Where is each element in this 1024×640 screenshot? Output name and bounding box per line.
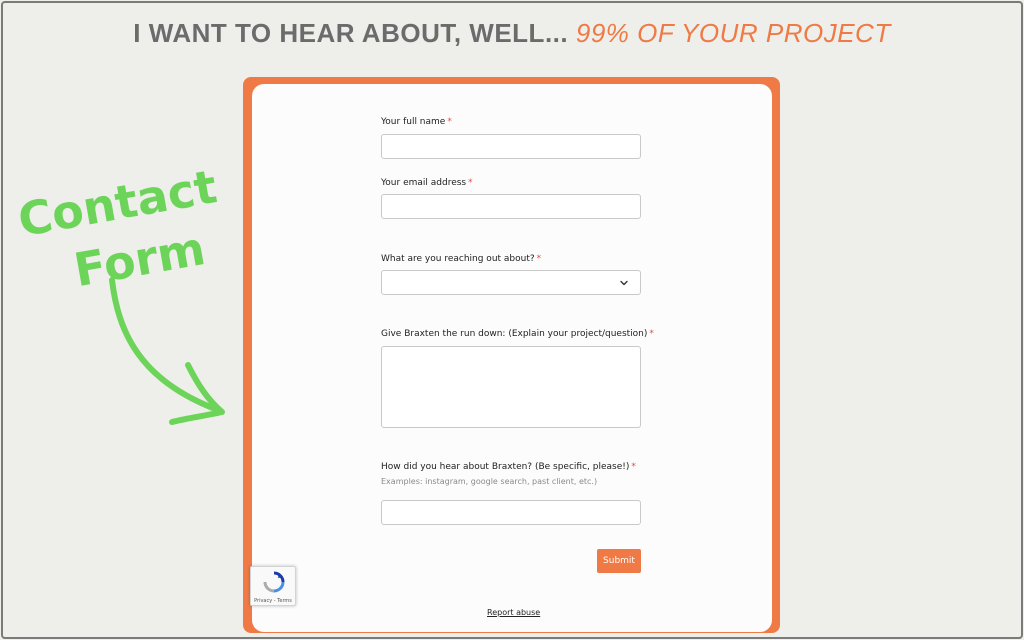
reason-label-text: What are you reaching out about? [381, 254, 535, 264]
reason-label: What are you reaching out about? * [381, 254, 541, 264]
rundown-label-text: Give Braxten the run down: (Explain your… [381, 329, 648, 339]
full-name-label: Your full name * [381, 117, 452, 127]
recaptcha-icon [263, 571, 285, 593]
email-label-text: Your email address [381, 178, 467, 188]
rundown-textarea[interactable] [381, 346, 641, 428]
required-marker: * [649, 329, 654, 339]
required-marker: * [536, 254, 542, 264]
submit-button[interactable]: Submit [597, 549, 641, 573]
recaptcha-badge[interactable]: Privacy - Terms [250, 566, 296, 606]
arrow-icon [109, 277, 225, 425]
page-headline: I WANT TO HEAR ABOUT, WELL... 99% OF YOU… [0, 18, 1024, 49]
headline-accent: 99% OF YOUR PROJECT [575, 18, 891, 48]
headline-lead: I WANT TO HEAR ABOUT, WELL... [133, 18, 569, 48]
report-abuse-link[interactable]: Report abuse [487, 608, 540, 617]
chevron-down-icon [620, 280, 628, 286]
rundown-label: Give Braxten the run down: (Explain your… [381, 329, 654, 339]
referral-label: How did you hear about Braxten? (Be spec… [381, 462, 636, 472]
referral-label-text: How did you hear about Braxten? (Be spec… [381, 462, 630, 472]
email-label: Your email address * [381, 178, 473, 188]
reason-select[interactable] [381, 270, 641, 295]
email-input[interactable] [381, 194, 641, 219]
recaptcha-links[interactable]: Privacy - Terms [251, 598, 295, 604]
required-marker: * [468, 178, 473, 188]
contact-form-annotation: Contact Form [8, 159, 248, 430]
required-marker: * [631, 462, 636, 472]
referral-hint: Examples: instagram, google search, past… [381, 477, 598, 486]
full-name-input[interactable] [381, 134, 641, 159]
referral-input[interactable] [381, 500, 641, 525]
full-name-label-text: Your full name [381, 117, 446, 127]
required-marker: * [447, 117, 452, 127]
